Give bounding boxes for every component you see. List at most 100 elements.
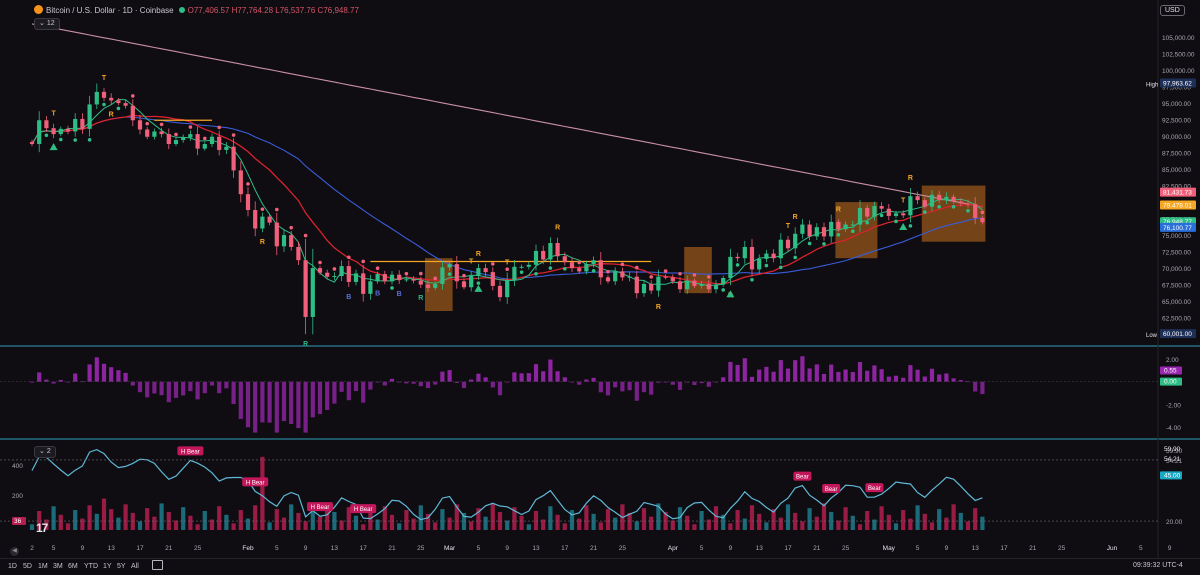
timeframe-3m[interactable]: 3M [53,563,63,570]
calendar-icon[interactable] [152,560,163,570]
candle-body [742,246,747,259]
volume-bar [893,523,899,530]
timeframe-6m[interactable]: 6M [68,563,78,570]
price-badge-label: 97,963.62 [1163,81,1192,88]
trail-dot [548,266,553,270]
candle-body [303,260,308,317]
trail-dot [923,210,927,214]
candle-body [433,283,438,288]
candle-body [296,246,301,261]
macd-bar [670,381,675,385]
trail-dot [174,132,178,137]
goto-start-icon[interactable]: ◀ [10,547,19,556]
macd-bar [94,357,99,382]
time-tick-label: 25 [842,545,850,552]
macd-bar [339,381,344,392]
candle-body [195,134,200,149]
timeframe-5y[interactable]: 5Y [117,563,126,570]
macd-bar [202,381,207,394]
candle-body [555,243,560,257]
time-tick-label: 21 [388,545,396,552]
candle-body [879,206,884,209]
trail-dot [203,136,207,141]
trail-dot [620,262,625,267]
candle-body [980,217,985,223]
trail-dot [937,205,941,209]
volume-bar [159,503,164,530]
volume-bar [749,505,755,530]
macd-bar [821,373,827,382]
divergence-label: Bear [825,487,838,493]
macd-bar [159,381,164,396]
divergence-label: H Bear [181,449,200,455]
candle-body [699,283,704,286]
price-tag-label: High [1146,83,1158,89]
timeframe-1d[interactable]: 1D [8,563,17,570]
macd-bar [490,381,495,388]
time-tick-label: 21 [1029,545,1037,552]
candle-body [641,283,647,294]
trail-dot [865,220,869,225]
trail-dot [318,260,322,265]
trail-dot [145,121,149,126]
timeframe-1m[interactable]: 1M [38,563,48,570]
macd-bar [857,361,863,382]
candle-body [224,146,229,150]
volume-bar [965,521,971,530]
divergence-label: Bear [868,486,881,492]
candle-body [965,203,971,205]
indicators-toggle[interactable]: ⌄ 12 [34,18,60,30]
macd-bar [922,376,927,382]
volume-bar [231,523,236,530]
candle-body [267,216,272,223]
trail-dot [102,102,106,107]
candle-body [202,144,207,149]
macd-bar [562,377,567,382]
timeframe-ytd[interactable]: YTD [84,563,98,570]
ohlc-open: O77,406.57 [187,6,230,15]
macd-bar [109,367,114,382]
candle-body [447,264,452,268]
macd-bar [245,381,251,428]
macd-bar [757,369,762,382]
candle-body [857,208,863,225]
macd-bar [915,369,920,382]
macd-bar [73,373,78,382]
candle-body [663,276,668,278]
symbol-title: Bitcoin / U.S. Dollar · 1D · Coinbase [46,6,174,15]
macd-bar [433,381,438,385]
volume-bar [202,511,207,530]
trail-dot [951,205,956,209]
currency-button[interactable]: USD [1160,5,1185,16]
time-tick-label: 9 [304,545,308,552]
macd-bar [598,381,603,393]
volume-bar [101,498,107,530]
candle-body [634,276,639,294]
timeframe-5d[interactable]: 5D [23,563,32,570]
macd-bar [152,381,157,394]
candle-body [771,253,776,259]
chart-canvas[interactable]: TTRRRBBBRTRTRRRTRRTR 2.00-2.00-4.000.550… [0,0,1200,574]
timeframe-all[interactable]: All [131,563,139,570]
candle-body [289,235,294,247]
signal-marker-r: R [656,304,661,311]
candle-body [893,213,899,216]
candle-body [368,281,373,294]
macd-value-label: 0.55 [1164,367,1177,374]
volume-bar [505,520,510,530]
clock: 09:39:32 UTC-4 [1133,562,1183,569]
candle-body [577,268,582,272]
candle-body [130,105,135,121]
volume-bar [778,517,783,530]
rsi-collapse-toggle[interactable]: ⌄ 2 [34,446,56,458]
volume-bar [195,524,200,530]
macd-bar [325,381,330,410]
volume-bar [807,508,812,530]
candle-body [901,213,906,216]
volume-bar [865,511,870,530]
candle-body [764,253,769,259]
time-tick-label: 5 [275,545,279,552]
macd-bar [130,381,135,386]
timeframe-1y[interactable]: 1Y [103,563,112,570]
candle-body [843,224,848,230]
